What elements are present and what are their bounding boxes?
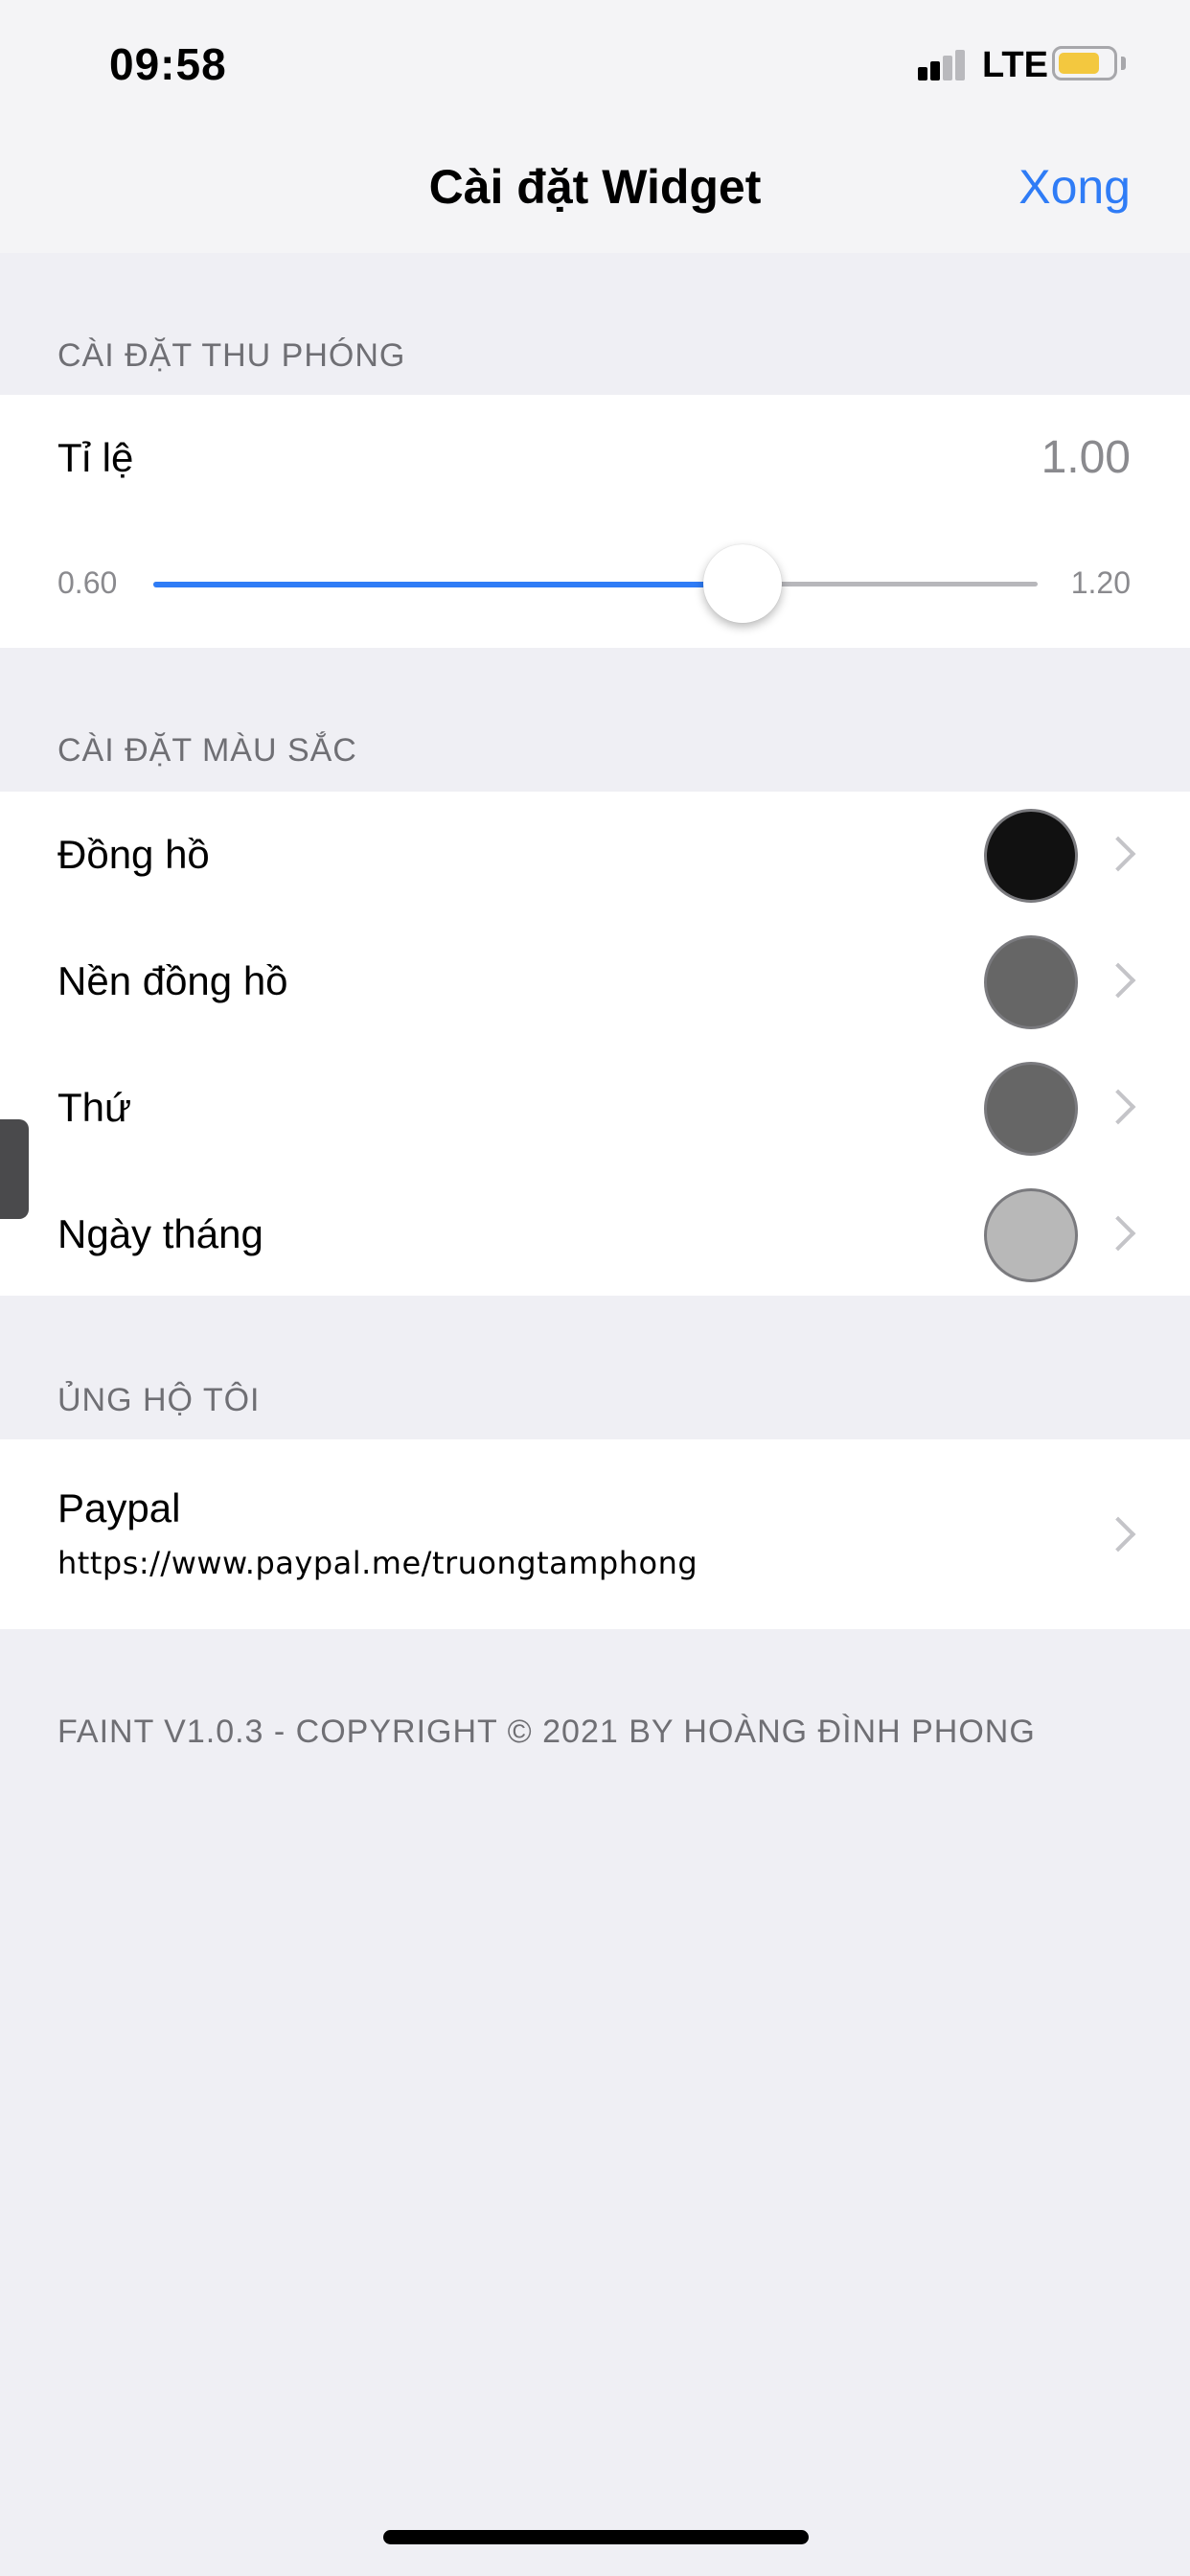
- chevron-right-icon: [1100, 836, 1136, 872]
- color-row-label: Nền đồng hồ: [57, 958, 288, 1003]
- color-swatch: [984, 809, 1078, 903]
- chevron-right-icon: [1100, 1089, 1136, 1125]
- scale-label: Tỉ lệ: [57, 435, 134, 480]
- color-section-header: CÀI ĐẶT MÀU SẮC: [57, 732, 357, 769]
- color-swatch: [984, 1062, 1078, 1156]
- slider-min-label: 0.60: [57, 565, 118, 600]
- home-indicator[interactable]: [383, 2530, 809, 2544]
- scale-slider-thumb[interactable]: [703, 544, 783, 623]
- color-row-label: Đồng hồ: [57, 832, 210, 877]
- color-settings-group: Đồng hồ Nền đồng hồ Thứ Ngày tháng: [0, 792, 1190, 1296]
- scale-value: 1.00: [1041, 432, 1131, 483]
- color-swatch: [984, 1188, 1078, 1282]
- network-label: LTE: [982, 45, 1048, 85]
- slider-max-label: 1.20: [1070, 565, 1131, 600]
- navigation-bar: Cài đặt Widget Xong: [0, 130, 1190, 253]
- paypal-title: Paypal: [57, 1485, 181, 1530]
- zoom-settings-group: Tỉ lệ 1.00 0.60 1.20: [0, 395, 1190, 648]
- chevron-right-icon: [1100, 1215, 1136, 1252]
- color-row-label: Ngày tháng: [57, 1211, 263, 1256]
- paypal-url: https://www.paypal.me/truongtamphong: [57, 1545, 698, 1581]
- zoom-section-header: CÀI ĐẶT THU PHÓNG: [57, 337, 406, 374]
- copyright-footer: FAINT V1.0.3 - COPYRIGHT © 2021 BY HOÀNG…: [57, 1714, 1036, 1750]
- status-time: 09:58: [109, 39, 227, 89]
- color-row-clock-background[interactable]: Nền đồng hồ: [0, 918, 1190, 1045]
- scale-slider-fill: [153, 582, 744, 587]
- status-bar: 09:58 LTE: [0, 0, 1190, 130]
- chevron-right-icon: [1100, 1516, 1136, 1552]
- signal-icon: [918, 50, 975, 80]
- paypal-row[interactable]: Paypal https://www.paypal.me/truongtamph…: [0, 1439, 1190, 1629]
- battery-level: [1059, 53, 1099, 74]
- color-row-clock[interactable]: Đồng hồ: [0, 792, 1190, 918]
- battery-icon: [1052, 46, 1117, 80]
- color-row-label: Thứ: [57, 1085, 132, 1130]
- battery-cap: [1121, 57, 1126, 70]
- color-row-weekday[interactable]: Thứ: [0, 1045, 1190, 1171]
- page-title: Cài đặt Widget: [428, 160, 762, 214]
- support-section-header: ỦNG HỘ TÔI: [57, 1382, 261, 1418]
- color-row-date[interactable]: Ngày tháng: [0, 1171, 1190, 1298]
- chevron-right-icon: [1100, 962, 1136, 999]
- done-button[interactable]: Xong: [1018, 159, 1131, 215]
- color-swatch: [984, 935, 1078, 1029]
- floating-handle[interactable]: [0, 1119, 29, 1219]
